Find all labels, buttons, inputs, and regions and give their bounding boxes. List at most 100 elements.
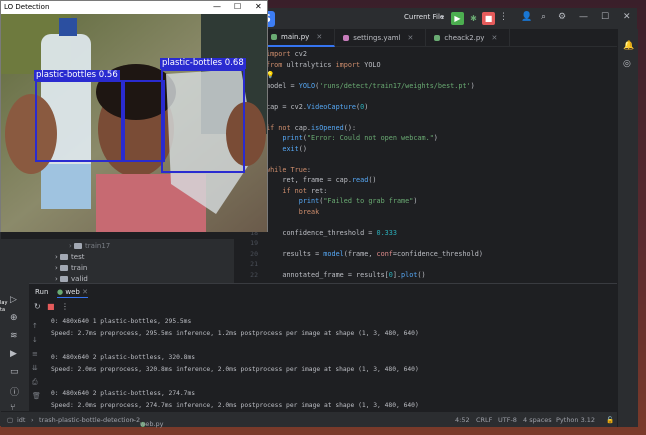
indent-setting[interactable]: 4 spaces bbox=[523, 416, 552, 424]
trash-icon[interactable]: 🗑 bbox=[32, 392, 41, 400]
close-icon[interactable]: ✕ bbox=[408, 29, 414, 47]
code-line[interactable]: cap = cv2.VideoCapture(0) bbox=[266, 103, 368, 111]
code-line[interactable]: model = YOLO('runs/detect/train17/weight… bbox=[266, 82, 475, 90]
code-line[interactable]: annotated_frame = results[0].plot() bbox=[266, 271, 425, 279]
debug-button[interactable]: ✱ bbox=[467, 12, 480, 25]
yaml-file-icon bbox=[343, 35, 350, 41]
run-toolbar: ↻ ■ ⋮ bbox=[29, 300, 617, 314]
breadcrumb-sep: › bbox=[31, 416, 34, 424]
left-tool-strip: ▷ ⊕ ≋ ▶ ▭ ⓘ ⑂ bbox=[1, 239, 29, 427]
more-icon[interactable]: ⋮ bbox=[61, 302, 69, 311]
tab-cheack2-py[interactable]: cheack2.py ✕ bbox=[426, 29, 511, 47]
problems-icon[interactable]: ⓘ bbox=[10, 385, 19, 398]
interpreter[interactable]: Python 3.12 bbox=[556, 416, 595, 424]
status-vcs-icon[interactable]: ▢ bbox=[7, 416, 13, 424]
cursor-position[interactable]: 4:52 bbox=[455, 416, 470, 424]
run-button[interactable]: ▶ bbox=[451, 12, 464, 25]
webcam-frame: plastic-bottles 0.56 plastic-bottles 0.6… bbox=[1, 14, 267, 232]
breadcrumb-sep: › bbox=[132, 416, 135, 424]
lock-icon[interactable]: 🔓 bbox=[606, 416, 614, 424]
print-icon[interactable]: ⎙ bbox=[32, 378, 38, 387]
tab-label: main.py bbox=[281, 33, 310, 41]
line-ending[interactable]: CRLF bbox=[476, 416, 492, 424]
code-line[interactable]: if not cap.isOpened(): bbox=[266, 124, 356, 132]
gear-icon[interactable]: ⚙ bbox=[558, 12, 566, 22]
tab-label: cheack2.py bbox=[444, 34, 485, 42]
terminal-icon[interactable]: ▭ bbox=[10, 367, 19, 377]
tree-item-valid[interactable]: › valid bbox=[55, 275, 88, 283]
close-icon[interactable]: ✕ bbox=[255, 2, 262, 11]
code-line[interactable]: while True: bbox=[266, 166, 311, 174]
arrow-down-icon[interactable]: ↓ bbox=[32, 336, 38, 344]
ai-assistant-icon[interactable]: ◎ bbox=[623, 59, 631, 69]
run-panel-header: Run ● web ✕ bbox=[29, 284, 617, 300]
code-line[interactable]: if not ret: bbox=[266, 187, 327, 195]
yolo-window-title: LO Detection bbox=[4, 3, 50, 11]
tab-main-py[interactable]: main.py ✕ bbox=[263, 28, 336, 47]
stop-button[interactable]: ■ bbox=[482, 12, 495, 25]
code-line[interactable]: print("Error: Could not open webcam.") bbox=[266, 134, 438, 142]
right-tool-strip: 🔔 ◎ bbox=[617, 29, 638, 427]
close-icon[interactable]: ✕ bbox=[623, 12, 631, 22]
output-line: Speed: 2.7ms preprocess, 295.5ms inferen… bbox=[51, 330, 419, 337]
detection-label: plastic-bottles 0.56 bbox=[34, 70, 120, 81]
file-encoding[interactable]: UTF-8 bbox=[498, 416, 517, 424]
bell-icon[interactable]: 🔔 bbox=[623, 41, 634, 51]
code-line[interactable]: print("Failed to grab frame") bbox=[266, 197, 418, 205]
minimize-icon[interactable]: — bbox=[579, 12, 588, 22]
yolo-titlebar: LO Detection — ☐ ✕ bbox=[1, 1, 267, 14]
wrap-icon[interactable]: ≡ bbox=[32, 350, 38, 358]
breadcrumb-project[interactable]: trash-plastic-bottle-detection-2 bbox=[39, 416, 140, 424]
rerun-icon[interactable]: ↻ bbox=[34, 302, 41, 311]
run-side-actions: ↑ ↓ ≡ ⇊ ⎙ 🗑 bbox=[29, 314, 43, 412]
arrow-up-icon[interactable]: ↑ bbox=[32, 322, 38, 330]
code-line[interactable]: break bbox=[266, 208, 319, 216]
code-line[interactable]: import cv2 bbox=[266, 50, 307, 58]
close-icon[interactable]: ✕ bbox=[316, 28, 322, 46]
python-file-icon bbox=[434, 35, 441, 41]
run-config-selector[interactable]: Current File bbox=[404, 13, 444, 21]
run-tab-web[interactable]: ● web ✕ bbox=[57, 288, 88, 298]
tab-settings-yaml[interactable]: settings.yaml ✕ bbox=[335, 29, 427, 47]
detection-label: plastic-bottles 0.68 bbox=[160, 58, 246, 69]
scroll-end-icon[interactable]: ⇊ bbox=[32, 364, 38, 372]
services-icon[interactable]: ⊕ bbox=[10, 313, 18, 323]
more-icon[interactable]: ⋮ bbox=[499, 12, 508, 22]
desktop-sliver-text: lay ta bbox=[0, 300, 8, 313]
detection-box-segment bbox=[123, 80, 165, 162]
maximize-icon[interactable]: ☐ bbox=[601, 12, 609, 22]
breadcrumb-root[interactable]: idt bbox=[17, 416, 25, 424]
code-line[interactable]: ret, frame = cap.read() bbox=[266, 176, 376, 184]
line-number: 21 bbox=[250, 260, 258, 268]
code-editor[interactable]: 12345678910111213141516171819202122 impo… bbox=[234, 47, 616, 279]
line-number: 20 bbox=[250, 249, 258, 258]
output-line: 0: 480x640 2 plastic-bottless, 274.7ms bbox=[51, 390, 196, 397]
user-icon[interactable]: 👤 bbox=[521, 12, 532, 22]
tree-item-train[interactable]: › train bbox=[55, 264, 87, 272]
run-tool-icon[interactable]: ▷ bbox=[10, 295, 17, 305]
minimize-icon[interactable]: — bbox=[213, 2, 221, 11]
output-line: Speed: 2.0ms preprocess, 320.8ms inferen… bbox=[51, 366, 419, 373]
search-icon[interactable]: ⌕ bbox=[541, 12, 546, 22]
close-icon[interactable]: ✕ bbox=[491, 29, 497, 47]
run-panel: Run ● web ✕ ↻ ■ ⋮ ↑ ↓ ≡ ⇊ ⎙ 🗑 0: 480x640… bbox=[29, 283, 617, 411]
tree-item-train17[interactable]: › train17 bbox=[69, 242, 110, 250]
project-tree: › train17 › test › train › valid bbox=[29, 239, 234, 283]
output-line: Speed: 2.0ms preprocess, 274.7ms inferen… bbox=[51, 402, 419, 409]
code-line[interactable]: exit() bbox=[266, 145, 307, 153]
layers-icon[interactable]: ≋ bbox=[10, 331, 18, 341]
code-line[interactable]: confidence_threshold = 0.333 bbox=[266, 229, 397, 237]
chevron-down-icon[interactable]: ▾ bbox=[441, 14, 444, 21]
detection-box bbox=[161, 69, 245, 173]
close-icon[interactable]: ✕ bbox=[82, 288, 88, 296]
code-line[interactable]: from ultralytics import YOLO bbox=[266, 61, 381, 69]
maximize-icon[interactable]: ☐ bbox=[234, 2, 241, 11]
stop-icon[interactable]: ■ bbox=[47, 302, 55, 311]
tree-item-test[interactable]: › test bbox=[55, 253, 84, 261]
run-panel-title: Run bbox=[35, 288, 49, 296]
detection-box bbox=[35, 80, 123, 162]
code-line[interactable]: results = model(frame, conf=confidence_t… bbox=[266, 250, 483, 258]
python-console-icon[interactable]: ▶ bbox=[10, 349, 17, 359]
tab-label: settings.yaml bbox=[353, 34, 401, 42]
yolo-detection-window[interactable]: LO Detection — ☐ ✕ plastic-bottles 0.56 … bbox=[0, 0, 268, 232]
